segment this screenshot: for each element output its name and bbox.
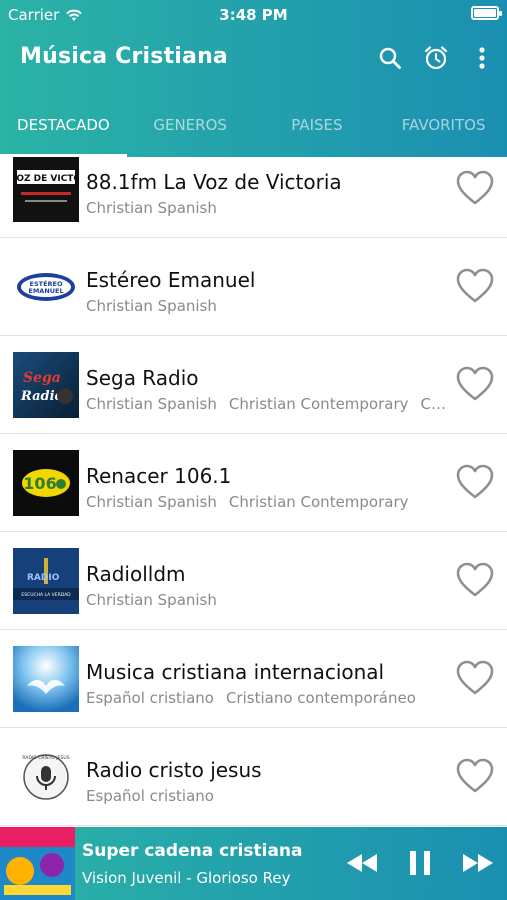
more-options-button[interactable] [467,40,497,76]
genre-label: Christian Spanish [86,493,217,511]
station-row[interactable]: LA VOZ DE VICTORIA 88.1fm La Voz de Vict… [0,157,507,238]
svg-text:LA VOZ DE VICTORIA: LA VOZ DE VICTORIA [13,174,79,184]
station-genres: Español cristiano Cristiano contemporáneo [86,689,446,707]
player-controls [343,845,497,881]
station-logo [13,646,79,712]
now-playing-artwork [0,827,75,900]
favorite-heart-icon[interactable] [456,758,494,794]
station-name: Radio cristo jesus [86,758,262,782]
station-genres: Christian Spanish [86,297,446,315]
station-genres: Christian Spanish [86,591,446,609]
station-name: Musica cristiana internacional [86,660,385,684]
pause-icon [410,851,430,875]
genre-label: Cristiano contemporáneo [225,689,416,707]
tab-generos[interactable]: GENEROS [127,92,254,157]
station-name: Sega Radio [86,366,199,390]
genre-label: Christian Contemporary [228,493,409,511]
station-list: LA VOZ DE VICTORIA 88.1fm La Voz de Vict… [0,157,507,827]
now-playing-subtitle: Vision Juvenil - Glorioso Rey [82,869,291,887]
fast-forward-icon [463,854,493,872]
rewind-icon [347,854,377,872]
genre-label: Christian Contemporary [228,395,409,413]
app-bar: Música Cristiana [0,28,507,92]
app-actions [375,40,497,76]
battery-icon [471,6,502,20]
station-row[interactable]: 106 Renacer 106.1 Christian Spanish Chris… [0,434,507,532]
station-row[interactable]: Sega Radio Sega Radio Christian Spanish C… [0,336,507,434]
alarm-clock-icon [424,46,448,70]
app-title: Música Cristiana [20,44,228,69]
svg-text:106: 106 [23,474,56,493]
station-logo: 106 [13,450,79,516]
station-logo: ESTÉREO EMANUEL [13,254,79,320]
station-name: Radiolldm [86,562,186,586]
favorite-heart-icon[interactable] [456,660,494,696]
station-name: 88.1fm La Voz de Victoria [86,170,342,194]
status-bar: Carrier 3:48 PM [0,0,507,28]
station-genres: Christian Spanish [86,199,446,217]
genre-label: Christian Spanish [86,591,217,609]
genre-label: Christian Spanish [86,199,217,217]
favorite-heart-icon[interactable] [456,268,494,304]
genre-label: Christian Spanish [86,297,217,315]
genre-label: Español cristiano [86,787,214,805]
svg-text:Sega: Sega [23,370,61,386]
station-genres: Christian Spanish Christian Contemporary [86,493,446,511]
station-genres: Español cristiano [86,787,446,805]
pause-button[interactable] [401,845,439,881]
svg-text:EMANUEL: EMANUEL [28,287,63,295]
station-row[interactable]: RADIO CRISTO JESUS Radio cristo jesus Es… [0,728,507,826]
tab-destacado[interactable]: DESTACADO [0,92,127,157]
genre-label: Christian Spanish [86,395,217,413]
favorite-heart-icon[interactable] [456,562,494,598]
station-logo: LA VOZ DE VICTORIA [13,157,79,222]
station-genres: Christian Spanish Christian Contemporary C… [86,395,446,413]
svg-text:RADIO CRISTO JESUS: RADIO CRISTO JESUS [22,755,69,761]
rewind-button[interactable] [343,845,381,881]
station-logo: ESCUCHA LA VERDAD RADIO [13,548,79,614]
svg-text:RADIO: RADIO [27,573,60,583]
search-icon [379,47,401,69]
station-row[interactable]: ESCUCHA LA VERDAD RADIO Radiolldm Christ… [0,532,507,630]
more-vertical-icon [479,47,485,69]
now-playing-title: Super cadena cristiana [82,841,303,861]
search-button[interactable] [375,40,405,76]
genre-label: Español cristiano [86,689,214,707]
favorite-heart-icon[interactable] [456,464,494,500]
station-logo: Sega Radio [13,352,79,418]
station-row[interactable]: ESTÉREO EMANUEL Estéreo Emanuel Christia… [0,238,507,336]
alarm-button[interactable] [421,40,451,76]
station-name: Estéreo Emanuel [86,268,256,292]
tab-bar: DESTACADO GENEROS PAISES FAVORITOS [0,92,507,157]
fast-forward-button[interactable] [459,845,497,881]
now-playing-bar[interactable]: Super cadena cristiana Vision Juvenil - … [0,827,507,900]
app-header: Carrier 3:48 PM Música Cristiana DESTACA… [0,0,507,157]
genre-label: C… [420,395,446,413]
status-time: 3:48 PM [219,6,288,24]
svg-text:ESCUCHA LA VERDAD: ESCUCHA LA VERDAD [21,592,71,598]
station-name: Renacer 106.1 [86,464,232,488]
favorite-heart-icon[interactable] [456,170,494,206]
station-logo: RADIO CRISTO JESUS [13,744,79,810]
tab-paises[interactable]: PAISES [254,92,381,157]
favorite-heart-icon[interactable] [456,366,494,402]
tab-favoritos[interactable]: FAVORITOS [380,92,507,157]
station-row[interactable]: Musica cristiana internacional Español c… [0,630,507,728]
